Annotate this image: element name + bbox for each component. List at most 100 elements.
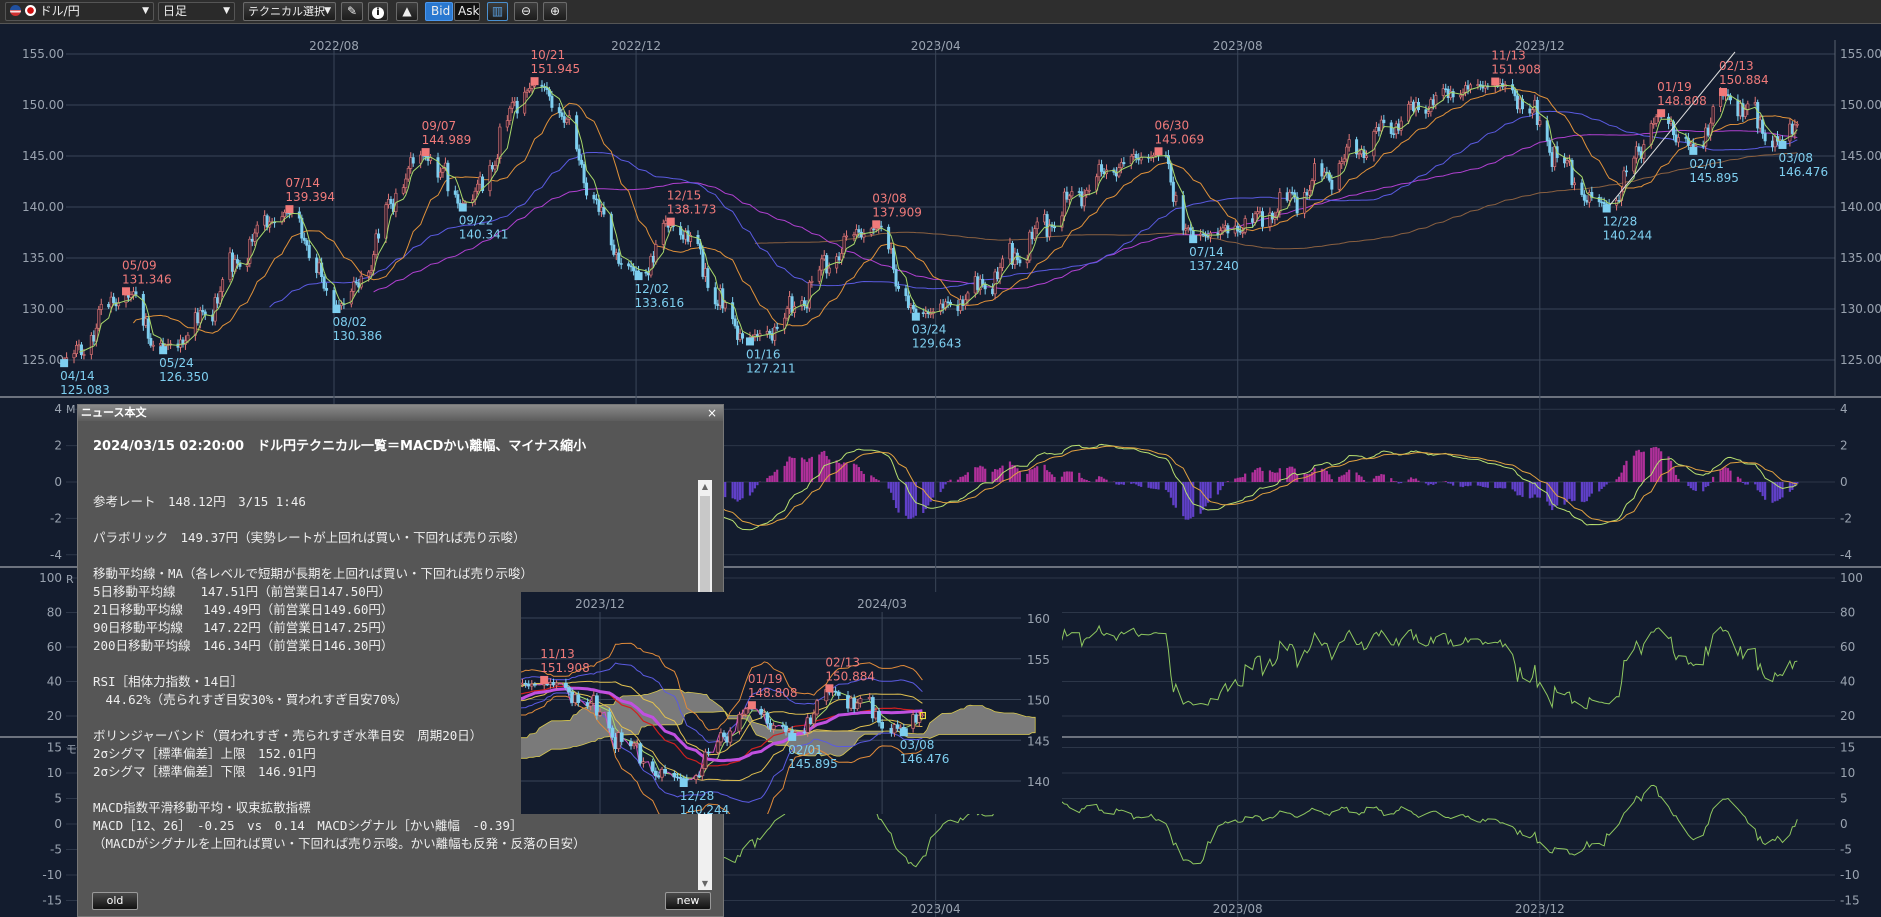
high-marker (666, 217, 675, 226)
candle-body (1773, 136, 1777, 148)
candle-body (441, 168, 445, 173)
candle-body (79, 344, 83, 356)
candle-body (354, 281, 358, 284)
chevron-down-icon: ▼ (324, 6, 331, 16)
candle-body (74, 345, 78, 354)
scroll-down-icon[interactable]: ▼ (698, 879, 712, 888)
candle-body (592, 194, 596, 200)
draw-pencil-button[interactable]: ✎ (341, 2, 363, 21)
pivot-value-label: 139.394 (285, 190, 335, 204)
high-marker (1657, 109, 1666, 118)
candle-body (1674, 134, 1678, 143)
technical-select-button[interactable]: テクニカル選択 ▼ (243, 2, 336, 21)
timeframe-select[interactable]: 日足 ▼ (158, 2, 235, 21)
mini-chart-popup: 160 155 150 145 140 2023/12 2024/03 11/13151.90… (521, 592, 1062, 814)
mini-candle-body (765, 712, 770, 724)
bottom-x-axis-label: 2023/04 (911, 902, 961, 916)
candle-body (1407, 104, 1411, 122)
pivot-value-label: 151.908 (1491, 63, 1541, 77)
candle-body (476, 183, 480, 192)
candle-body (765, 330, 769, 335)
momentum-axis-label-left: 5 (54, 792, 62, 806)
mini-candle-body (808, 717, 813, 724)
candle-body (1565, 160, 1569, 164)
chart-type-button[interactable]: ▲ (396, 2, 418, 21)
mini-x-label: 2023/12 (575, 597, 625, 611)
candle-body (1426, 111, 1430, 114)
candle-body (1357, 153, 1361, 156)
candle-body (109, 296, 113, 308)
pivot-value-label: 125.083 (60, 383, 110, 397)
currency-pair-select[interactable]: ドル/円 ▼ (5, 2, 154, 21)
mini-candle-body (849, 698, 854, 709)
zoom-out-icon: ⊖ (520, 4, 532, 18)
candle-body (493, 165, 497, 170)
mini-candle-body (613, 737, 618, 750)
candle-body (842, 236, 846, 254)
candle-body (1676, 137, 1680, 143)
macd-panel-label: M (66, 403, 76, 416)
new-news-button[interactable]: new (665, 892, 711, 910)
candle-body (904, 288, 908, 297)
candle-body (1278, 192, 1282, 213)
candle-body (221, 279, 225, 292)
candle-body (1585, 200, 1589, 203)
price-axis-label-left: 135.00 (22, 251, 64, 265)
zoom-out-button[interactable]: ⊖ (514, 2, 538, 21)
pivot-date-label: 03/24 (912, 323, 947, 337)
pivot-value-label: 140.341 (459, 228, 509, 242)
pivot-date-label: 07/14 (1189, 245, 1224, 259)
price-axis-label-right: 135.00 (1840, 251, 1881, 265)
candle-body (627, 263, 631, 267)
news-line (93, 547, 633, 565)
pivot-value-label: 151.945 (531, 62, 581, 76)
candle-body (99, 303, 103, 310)
rsi-axis-label-right: 80 (1840, 606, 1855, 620)
mini-candle-body (858, 698, 863, 704)
candle-body (921, 312, 925, 314)
chevron-down-icon: ▼ (223, 6, 230, 16)
candle-body (973, 276, 977, 294)
candle-body (1684, 137, 1688, 139)
candle-body (1030, 231, 1034, 240)
candle-body (852, 234, 856, 237)
close-icon[interactable]: × (707, 405, 717, 421)
candle-body (406, 168, 410, 180)
old-news-button[interactable]: old (92, 892, 138, 910)
macd-axis-label-left: 4 (54, 402, 62, 416)
low-marker (745, 337, 754, 346)
candle-body (1033, 228, 1037, 240)
candle-body (1441, 88, 1445, 96)
high-marker (540, 675, 549, 684)
candle-body (505, 120, 509, 128)
chevron-down-icon: ▼ (142, 6, 149, 16)
candle-body (993, 271, 997, 295)
pivot-value-label: 138.173 (667, 203, 717, 217)
candle-body (528, 88, 532, 92)
candle-body (1223, 225, 1227, 229)
zoom-in-button[interactable]: ⊕ (543, 2, 567, 21)
price-axis-label-left: 140.00 (22, 200, 64, 214)
candle-body (1667, 116, 1671, 124)
candle-body (1171, 181, 1175, 202)
candle-body (958, 299, 962, 311)
candle-body (65, 357, 69, 360)
indicator-toggle-button[interactable]: ▥ (487, 2, 508, 21)
mini-x-label: 2024/03 (857, 597, 907, 611)
candle-body (1746, 103, 1750, 110)
x-axis-label: 2022/12 (611, 39, 661, 53)
pivot-date-label: 08/02 (332, 315, 367, 329)
momentum-axis-label-left: 0 (54, 817, 62, 831)
candle-body (859, 231, 863, 238)
ask-toggle[interactable]: Ask (454, 2, 480, 21)
candle-body (1652, 123, 1656, 125)
scrollbar-thumb[interactable] (700, 496, 710, 596)
scroll-up-icon[interactable]: ▲ (698, 482, 712, 491)
candle-body (1758, 119, 1762, 129)
bid-toggle[interactable]: Bid (425, 2, 453, 21)
candle-body (339, 303, 343, 306)
candle-body (1261, 211, 1265, 227)
info-button[interactable]: i (368, 2, 388, 21)
candle-body (488, 165, 492, 192)
mini-candle-body (554, 682, 559, 686)
